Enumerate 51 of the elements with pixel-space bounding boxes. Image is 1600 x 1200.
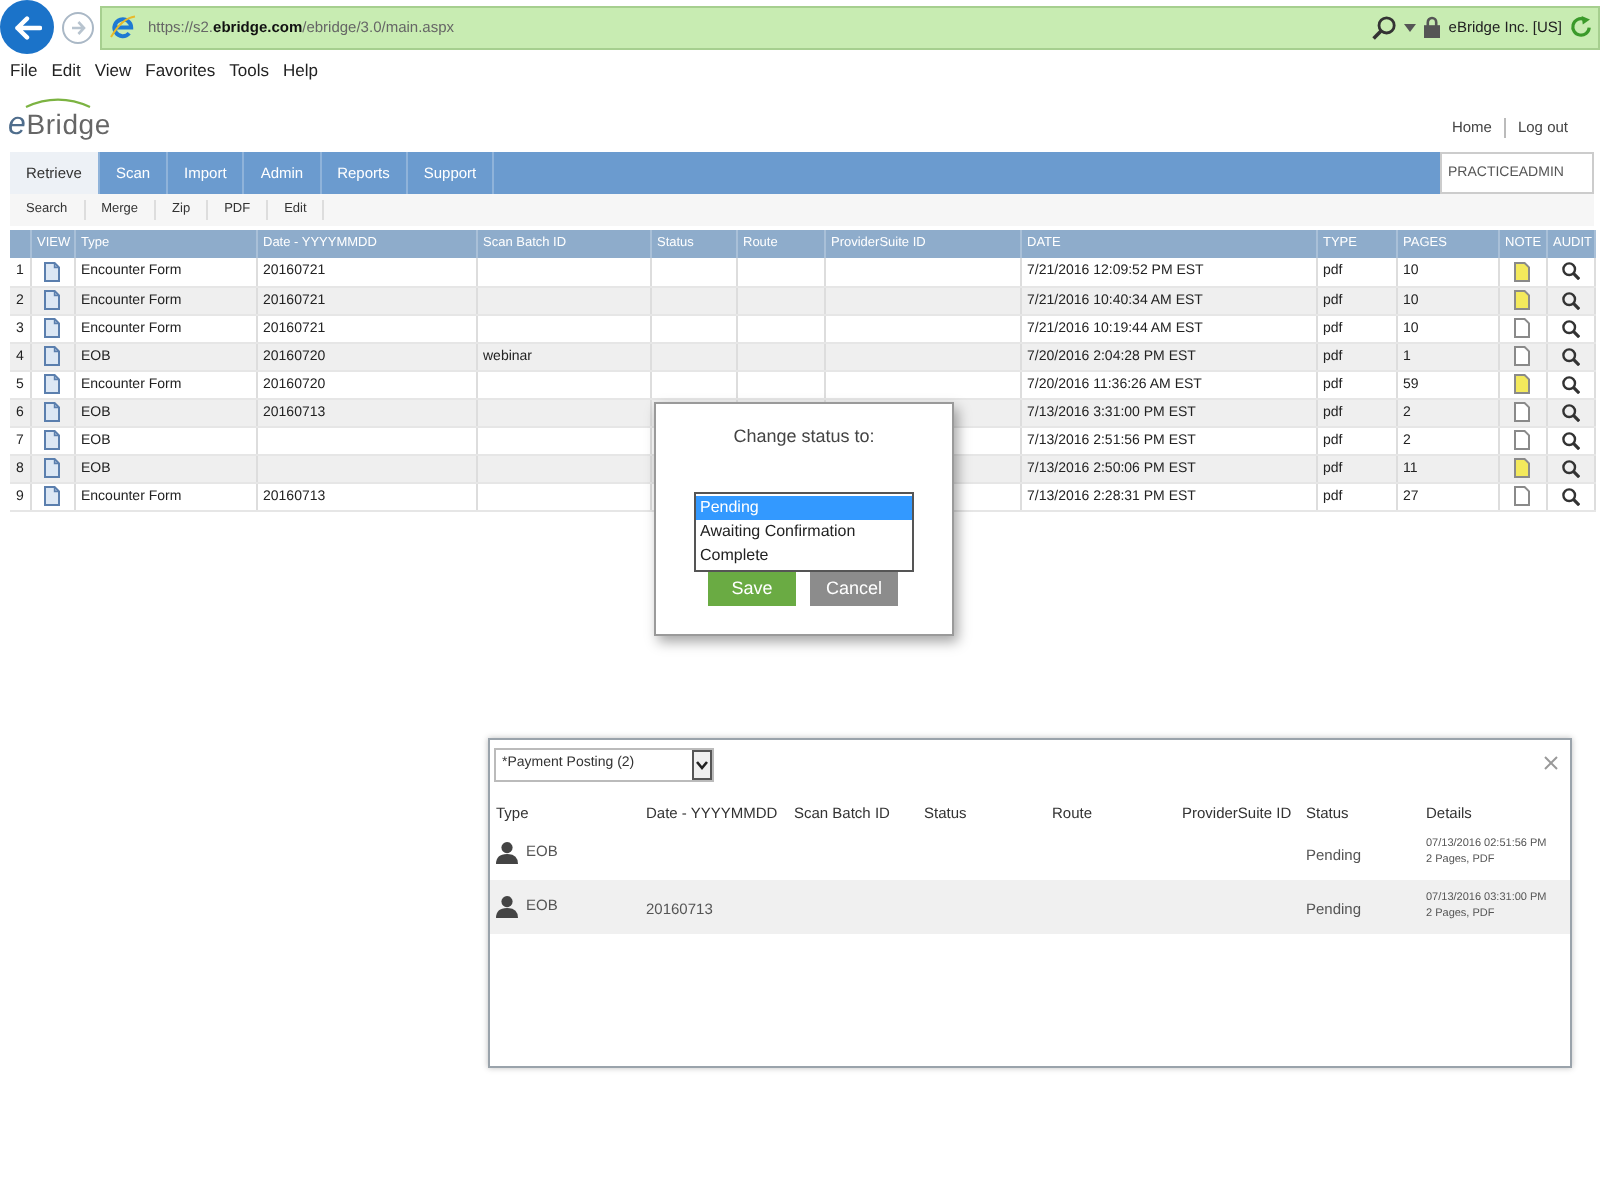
arrow-left-icon	[13, 15, 41, 39]
refresh-icon[interactable]	[1570, 16, 1592, 38]
note-icon[interactable]	[1514, 486, 1530, 506]
note-icon[interactable]	[1514, 458, 1530, 478]
magnifier-icon[interactable]	[1561, 487, 1579, 505]
person-icon	[496, 895, 518, 917]
note-icon[interactable]	[1514, 318, 1530, 338]
back-button[interactable]	[0, 0, 54, 54]
document-icon[interactable]	[44, 261, 60, 282]
caret-down-icon[interactable]	[1404, 23, 1417, 31]
note-icon[interactable]	[1514, 402, 1530, 422]
person-icon	[496, 841, 518, 863]
document-icon[interactable]	[44, 486, 60, 506]
magnifier-icon[interactable]	[1561, 347, 1579, 365]
note-icon[interactable]	[1514, 261, 1530, 282]
note-icon[interactable]	[1514, 374, 1530, 394]
magnifier-icon[interactable]	[1561, 459, 1579, 477]
magnifier-icon[interactable]	[1561, 431, 1579, 449]
menu-item[interactable]: File	[10, 60, 38, 82]
note-icon[interactable]	[1514, 430, 1530, 450]
status-listbox[interactable]: Pending Awaiting Confirmation Complete	[694, 492, 914, 572]
dialog-title: Change status to:	[731, 424, 877, 448]
menu-item[interactable]: Help	[282, 60, 318, 82]
note-icon[interactable]	[1514, 290, 1530, 310]
magnifier-icon[interactable]	[1561, 319, 1579, 337]
chevron-down-icon[interactable]	[692, 749, 712, 779]
menu-item[interactable]: Edit	[51, 60, 81, 82]
lock-icon	[1424, 16, 1441, 38]
document-icon[interactable]	[44, 430, 60, 450]
document-icon[interactable]	[44, 458, 60, 478]
magnifier-icon[interactable]	[1561, 291, 1579, 309]
document-icon[interactable]	[44, 318, 60, 338]
logo-icon	[110, 14, 136, 40]
magnifier-icon[interactable]	[1561, 375, 1579, 393]
document-icon[interactable]	[44, 374, 60, 394]
document-icon[interactable]	[44, 290, 60, 310]
magnifier-icon[interactable]	[1561, 262, 1579, 281]
logo-text: eBridge	[8, 108, 111, 142]
document-icon[interactable]	[44, 402, 60, 422]
menu-item[interactable]: Favorites	[145, 60, 216, 82]
listbox-option[interactable]: Awaiting Confirmation	[696, 520, 912, 544]
search-icon[interactable]	[1372, 15, 1397, 39]
listbox-option[interactable]: Complete	[696, 544, 912, 568]
document-icon[interactable]	[44, 346, 60, 366]
menu-item[interactable]: Tools	[229, 60, 269, 82]
magnifier-icon[interactable]	[1561, 403, 1579, 421]
arrow-right-icon	[70, 19, 86, 35]
note-icon[interactable]	[1514, 346, 1530, 366]
menu-item[interactable]: View	[94, 60, 132, 82]
close-icon[interactable]	[1544, 755, 1558, 769]
bridge-arc-icon	[24, 98, 92, 108]
